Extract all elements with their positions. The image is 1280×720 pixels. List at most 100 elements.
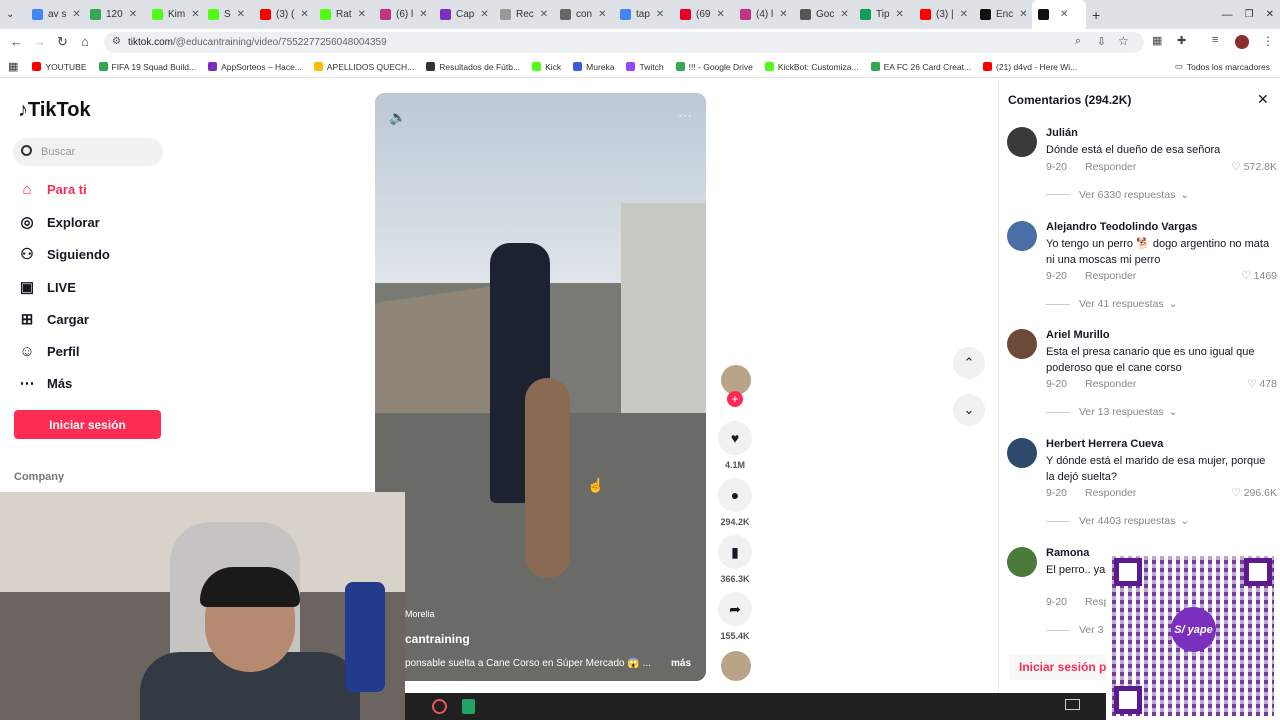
new-tab-button[interactable]: + <box>1086 0 1106 29</box>
tab-close-icon[interactable]: ✕ <box>1060 9 1068 20</box>
tab-close-icon[interactable]: ✕ <box>598 9 606 20</box>
bookmark-item[interactable]: APELLIDOS QUECH... <box>313 62 414 72</box>
comment-avatar[interactable] <box>1007 221 1037 251</box>
minimize-button[interactable]: — <box>1216 0 1239 29</box>
browser-tab[interactable]: Enc ✕ <box>974 0 1032 29</box>
comment-like-button[interactable]: ♡ 572.8K <box>1231 161 1277 173</box>
company-link[interactable]: Company <box>14 471 64 483</box>
comment-avatar[interactable] <box>1007 547 1037 577</box>
tab-close-icon[interactable]: ✕ <box>840 9 848 20</box>
profile-avatar-icon[interactable] <box>1235 35 1249 49</box>
tab-close-icon[interactable]: ✕ <box>779 9 787 20</box>
comment-reply-button[interactable]: Responder <box>1085 378 1136 390</box>
comment-reply-button[interactable]: Responder <box>1085 270 1136 282</box>
sidebar-item[interactable]: ☺ Perfil <box>18 337 178 365</box>
tab-close-icon[interactable]: ✕ <box>129 9 137 20</box>
like-action[interactable]: ♥ 4.1M <box>718 421 752 470</box>
sidebar-item[interactable]: ▣ LIVE <box>18 273 178 301</box>
comment-reply-button[interactable]: Responder <box>1085 161 1136 173</box>
menu-icon[interactable]: ⋮ <box>1262 34 1274 48</box>
close-window-button[interactable]: ✕ <box>1260 0 1280 29</box>
bookmark-item[interactable]: AppSorteos – Hace... <box>208 62 302 72</box>
tab-close-icon[interactable]: ✕ <box>716 9 724 20</box>
comment-author[interactable]: Alejandro Teodolindo Vargas <box>1046 221 1197 233</box>
browser-tab[interactable]: (69 ✕ <box>674 0 734 29</box>
bookmark-item[interactable]: FIFA 19 Squad Build... <box>98 62 196 72</box>
view-replies-button[interactable]: Ver 6330 respuestas ⌄ <box>1046 189 1189 201</box>
comment-author[interactable]: Julián <box>1046 127 1078 139</box>
browser-tab[interactable]: av s ✕ <box>26 0 84 29</box>
comment-avatar[interactable] <box>1007 438 1037 468</box>
browser-tab[interactable]: (4) l ✕ <box>734 0 794 29</box>
volume-icon[interactable]: 🔈 <box>389 109 406 126</box>
sidebar-item[interactable]: ⊞ Cargar <box>18 305 178 333</box>
taskbar-sheets-icon[interactable] <box>462 699 475 714</box>
browser-tab[interactable]: con ✕ <box>554 0 614 29</box>
bookmark-item[interactable]: Kick <box>532 62 561 72</box>
tab-search-button[interactable]: ⌄ <box>0 0 26 29</box>
comment-avatar[interactable] <box>1007 329 1037 359</box>
browser-tab[interactable]: tap ✕ <box>614 0 674 29</box>
tab-close-icon[interactable]: ✕ <box>72 9 80 20</box>
browser-tab[interactable]: Kim ✕ <box>146 0 202 29</box>
video-player[interactable]: 🔈 ⋯ Morelia cantraining ponsable suelta … <box>375 93 706 681</box>
media-icon[interactable]: ≡ <box>1212 34 1218 46</box>
home-icon[interactable]: ⌂ <box>81 34 89 49</box>
tab-close-icon[interactable]: ✕ <box>191 9 199 20</box>
tab-close-icon[interactable]: ✕ <box>237 9 245 20</box>
sidebar-item[interactable]: ◎ Explorar <box>18 208 178 236</box>
restore-button[interactable]: ❐ <box>1239 0 1260 29</box>
comment-author[interactable]: Ariel Murillo <box>1046 329 1110 341</box>
search-input[interactable]: Buscar <box>13 138 163 166</box>
music-disc-avatar[interactable] <box>721 651 751 681</box>
install-icon[interactable]: ⇩ <box>1097 35 1106 48</box>
browser-tab[interactable]: Rat ✕ <box>314 0 374 29</box>
tiktok-logo[interactable]: ♪TikTok <box>18 99 91 122</box>
forward-icon[interactable]: → <box>33 34 46 49</box>
comment-reply-button[interactable]: Responder <box>1085 487 1136 499</box>
comment-like-button[interactable]: ♡ 296.6K <box>1231 487 1277 499</box>
tab-close-icon[interactable]: ✕ <box>1019 9 1027 20</box>
browser-tab[interactable]: 120 ✕ <box>84 0 146 29</box>
bookmark-item[interactable]: !!! - Google Drive <box>675 62 753 72</box>
back-icon[interactable]: ← <box>10 34 23 49</box>
browser-tab[interactable]: Goc ✕ <box>794 0 854 29</box>
address-bar[interactable]: ⚙ tiktok.com/@educantraining/video/75522… <box>104 32 1144 53</box>
save-action[interactable]: ▮ 366.3K <box>718 535 752 584</box>
caption-more-link[interactable]: más <box>671 658 691 669</box>
view-replies-button[interactable]: Ver 4403 respuestas ⌄ <box>1046 515 1189 527</box>
comment-like-button[interactable]: ♡ 478 <box>1247 378 1277 390</box>
comment-author[interactable]: Ramona <box>1046 547 1089 559</box>
apps-icon[interactable]: ▦ <box>8 60 18 73</box>
taskbar-tray-icon[interactable] <box>1065 699 1080 710</box>
comment-avatar[interactable] <box>1007 127 1037 157</box>
browser-tab[interactable]: (6) l ✕ <box>374 0 434 29</box>
bookmark-star-icon[interactable]: ☆ <box>1118 34 1129 48</box>
comment-action[interactable]: ● 294.2K <box>718 478 752 527</box>
bookmark-item[interactable]: Mureka <box>573 62 614 72</box>
bookmark-item[interactable]: Resultados de Fútb... <box>426 62 520 72</box>
tab-close-icon[interactable]: ✕ <box>358 9 366 20</box>
video-author[interactable]: cantraining <box>405 632 470 646</box>
bookmark-item[interactable]: (21) d4vd - Here Wi... <box>983 62 1077 72</box>
bookmark-item[interactable]: EA FC 26 Card Creat... <box>870 62 971 72</box>
browser-tab[interactable]: Cap ✕ <box>434 0 494 29</box>
comment-like-button[interactable]: ♡ 1469 <box>1241 270 1277 282</box>
previous-video-button[interactable]: ⌃ <box>953 347 985 379</box>
tab-close-icon[interactable]: ✕ <box>656 9 664 20</box>
share-action[interactable]: ➦ 155.4K <box>718 592 752 641</box>
close-icon[interactable]: ✕ <box>1257 91 1269 108</box>
taskbar-app-icon[interactable] <box>432 699 447 714</box>
view-replies-button[interactable]: Ver 41 respuestas ⌄ <box>1046 298 1177 310</box>
zoom-icon[interactable]: ⌕ <box>1075 35 1081 48</box>
login-button[interactable]: Iniciar sesión <box>14 410 161 439</box>
all-bookmarks-folder[interactable]: ▭ Todos los marcadores <box>1175 61 1270 72</box>
sidebar-item[interactable]: ⚇ Siguiendo <box>18 240 178 268</box>
bookmark-item[interactable]: YOUTUBE <box>32 62 87 72</box>
tab-close-icon[interactable]: ✕ <box>960 9 968 20</box>
browser-tab[interactable]: Rec ✕ <box>494 0 554 29</box>
tab-close-icon[interactable]: ✕ <box>419 9 427 20</box>
puzzle-icon[interactable]: ✚ <box>1177 34 1186 47</box>
next-video-button[interactable]: ⌄ <box>953 394 985 426</box>
reload-icon[interactable]: ↻ <box>57 34 68 50</box>
